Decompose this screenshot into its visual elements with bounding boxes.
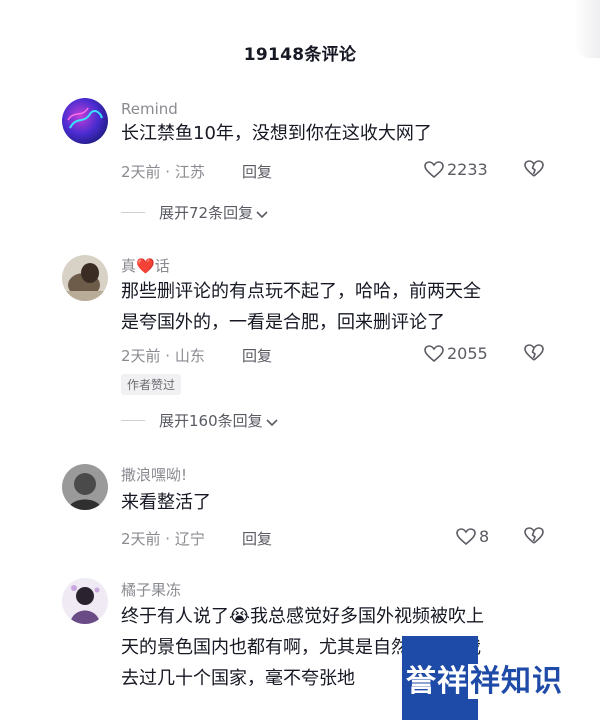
like-count: 8 [479, 527, 490, 546]
avatar[interactable] [62, 255, 108, 301]
comment-text-span: 终于有人说了 [121, 606, 229, 627]
heart-outline-icon [456, 528, 476, 546]
heart-outline-icon [424, 345, 444, 363]
comment-text: 那些删评论的有点玩不起了，哈哈，前两天全 是夸国外的，一看是合肥，回来删评论了 [121, 276, 551, 338]
expand-replies-button[interactable]: 展开160条回复 [121, 410, 279, 431]
reply-button[interactable]: 回复 [242, 161, 272, 182]
username-text: 话 [154, 257, 170, 275]
like-button[interactable]: 2233 [424, 160, 488, 179]
divider-dash [121, 420, 145, 421]
author-liked-badge: 作者赞过 [121, 374, 182, 395]
expand-replies-label: 展开160条回复 [159, 412, 263, 430]
comment-meta: 2天前 · 山东 [121, 347, 205, 365]
like-count: 2055 [447, 344, 488, 363]
like-count: 2233 [447, 160, 488, 179]
watermark-text: 誉祥祥知识 [406, 656, 565, 700]
comment-text-span: 我总感觉好多国外视频被吹上 [250, 606, 485, 627]
expand-replies-button[interactable]: 展开72条回复 [121, 202, 269, 223]
comment-text: 来看整活了 [121, 492, 211, 513]
crying-emoji: 😭 [229, 606, 251, 627]
username[interactable]: 真❤️话 [121, 255, 170, 276]
red-heart-emoji: ❤️ [136, 257, 155, 275]
watermark-logo: 誉祥祥知识 [402, 636, 600, 720]
avatar[interactable] [62, 578, 108, 624]
reply-button[interactable]: 回复 [242, 345, 272, 366]
dislike-button[interactable] [524, 344, 544, 366]
broken-heart-icon [524, 160, 544, 177]
reply-button[interactable]: 回复 [242, 528, 272, 549]
broken-heart-icon [524, 527, 544, 544]
expand-replies-label: 展开72条回复 [159, 204, 254, 222]
comment-text-line: 终于有人说了😭我总感觉好多国外视频被吹上 [121, 601, 551, 632]
avatar[interactable] [62, 464, 108, 510]
comment-text: 长江禁鱼10年，没想到你在这收大网了 [121, 123, 432, 144]
comment-meta: 2天前 · 辽宁 [121, 530, 205, 548]
watermark-text-a: 誉祥 [406, 664, 468, 699]
comment-text-line: 那些删评论的有点玩不起了，哈哈，前两天全 [121, 281, 481, 302]
divider-dash [121, 212, 145, 213]
comment-meta: 2天前 · 江苏 [121, 163, 205, 181]
dislike-button[interactable] [524, 160, 544, 182]
broken-heart-icon [524, 344, 544, 361]
username[interactable]: 撒浪嘿呦! [121, 464, 187, 485]
watermark-text-b: 祥知识 [468, 664, 565, 699]
username-text: 真 [121, 257, 137, 275]
username[interactable]: 橘子果冻 [121, 579, 181, 600]
avatar[interactable] [62, 98, 108, 144]
like-button[interactable]: 8 [456, 527, 489, 546]
comment-count-title: 19148条评论 [243, 45, 357, 65]
dislike-button[interactable] [524, 527, 544, 549]
chevron-down-icon [256, 211, 268, 219]
heart-outline-icon [424, 161, 444, 179]
like-button[interactable]: 2055 [424, 344, 488, 363]
chevron-down-icon [266, 419, 278, 427]
comment-text-line: 是夸国外的，一看是合肥，回来删评论了 [121, 312, 445, 333]
username[interactable]: Remind [121, 100, 178, 118]
